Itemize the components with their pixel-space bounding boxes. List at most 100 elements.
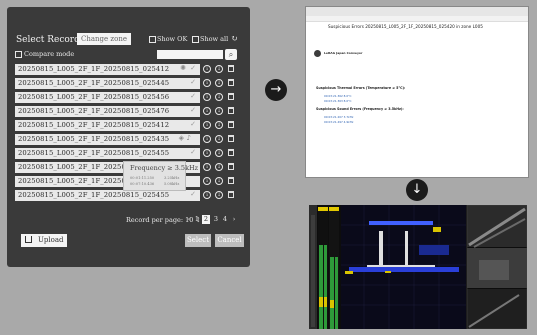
arrow-down-icon: ↓ — [406, 179, 428, 201]
cancel-button[interactable]: Cancel — [215, 234, 244, 247]
tooltip-line-time: 00:07:10.436 — [130, 182, 155, 186]
info-icon[interactable]: i — [203, 107, 211, 115]
trash-icon[interactable] — [228, 149, 234, 156]
record-name: 20250815_L005_2F_1F_20250815_025412 — [18, 65, 170, 73]
page-3-button[interactable]: 3 — [212, 215, 220, 224]
compare-mode-checkbox[interactable] — [15, 51, 22, 58]
trash-icon[interactable] — [228, 79, 234, 86]
upload-button[interactable]: Upload — [21, 234, 67, 247]
info-icon[interactable]: i — [203, 191, 211, 199]
record-row[interactable]: 20250815_L005_2F_1F_20250815_025412 ✺ ✓ — [15, 64, 200, 75]
trash-icon[interactable] — [228, 121, 234, 128]
download-icon[interactable]: ↓ — [215, 79, 223, 87]
download-icon[interactable]: ↓ — [215, 163, 223, 171]
info-icon[interactable]: i — [203, 149, 211, 157]
refresh-icon[interactable]: ↻ — [231, 34, 238, 43]
sound-section-title: Suspicious Sound Errors (Frequency ≥ 3.5… — [316, 107, 404, 111]
info-icon[interactable]: i — [203, 65, 211, 73]
trash-icon[interactable] — [228, 135, 234, 142]
search-icon[interactable]: ⌕ — [225, 49, 237, 60]
record-name: 20250815_L005_2F_1F_20250815_025455 — [18, 149, 170, 157]
thermal-section-title: Suspicious Thermal Errors (Temperature ≥… — [316, 86, 406, 90]
download-icon[interactable]: ↓ — [215, 191, 223, 199]
record-row[interactable]: 20250815_L005_2F_1F_20250815_025445 ✓ — [15, 78, 200, 89]
info-icon[interactable]: i — [203, 93, 211, 101]
info-icon[interactable]: i — [203, 135, 211, 143]
info-icon[interactable]: i — [203, 79, 211, 87]
email-sender: LeRAG Japan Conveyor — [324, 51, 363, 55]
record-row[interactable]: 20250815_L005_2F_1F_20250815_025412 ✓ — [15, 120, 200, 131]
record-row[interactable]: 20250815_L005_2F_1F_20250815_025435 ◈ ♪ — [15, 134, 200, 145]
frequency-tooltip: Frequency ≥ 3.5kHz 00:01:11.250 3.25kHz … — [123, 161, 198, 191]
browser-tabbar — [306, 7, 528, 16]
tooltip-title: Frequency ≥ 3.5kHz — [130, 164, 199, 172]
sound-line: 00:03:21.207 3.7kHz — [324, 115, 354, 119]
record-name: 20250815_L005_2F_1F_20250815_025445 — [18, 79, 170, 87]
thermal-line: 00:03:21.362 8.0°C — [324, 94, 352, 98]
check-icon: ✓ — [190, 106, 196, 114]
page-1-button[interactable]: 1 — [193, 215, 201, 224]
record-row[interactable]: 20250815_L005_2F_1F_20250815_025476 ✓ — [15, 106, 200, 117]
page-2-button[interactable]: 2 — [202, 215, 210, 224]
thermal-line: 00:03:21.363 8.0°C — [324, 99, 352, 103]
sound-icon: ♪ — [186, 134, 191, 142]
download-icon[interactable]: ↓ — [215, 149, 223, 157]
trash-icon[interactable] — [228, 163, 234, 170]
page-4-button[interactable]: 4 — [221, 215, 229, 224]
thermal-icon: ◈ — [178, 134, 184, 142]
dialog-title: Select Record — [16, 35, 80, 45]
change-zone-button[interactable]: Change zone — [77, 33, 131, 45]
trash-icon[interactable] — [228, 65, 234, 72]
per-page-text: Record per page: — [126, 216, 184, 224]
download-icon[interactable]: ↓ — [215, 107, 223, 115]
check-icon: ✓ — [190, 120, 196, 128]
show-ok-checkbox[interactable] — [149, 36, 156, 43]
show-ok-label: Show OK — [157, 35, 188, 43]
sound-line: 00:03:21.497 4.9kHz — [324, 120, 354, 124]
search-input[interactable] — [157, 50, 223, 59]
info-icon[interactable]: i — [203, 163, 211, 171]
record-row[interactable]: 20250815_L005_2F_1F_20250815_025455 ✓ — [15, 148, 200, 159]
camera-view-screenshot — [309, 205, 527, 329]
trash-icon[interactable] — [228, 191, 234, 198]
record-name: 20250815_L005_2F_1F_20250815_025456 — [18, 93, 170, 101]
tooltip-line-value: 3.25kHz — [164, 176, 180, 180]
select-record-dialog: Select Record Change zone Show OK Show a… — [7, 7, 250, 267]
check-icon: ✓ — [190, 64, 196, 72]
browser-toolbar — [306, 16, 528, 22]
email-subject: Suspicious Errors 20250815_L005_2F_1F_20… — [328, 24, 483, 29]
show-all-checkbox[interactable] — [192, 36, 199, 43]
record-name: 20250815_L005_2F_1F_20250815_025435 — [18, 135, 170, 143]
arrow-right-icon: → — [265, 79, 287, 101]
download-icon[interactable]: ↓ — [215, 121, 223, 129]
upload-icon — [25, 236, 32, 243]
email-screenshot: Suspicious Errors 20250815_L005_2F_1F_20… — [305, 6, 529, 178]
select-button[interactable]: Select — [185, 234, 211, 247]
record-row[interactable]: 20250815_L005_2F_1F_20250815_025456 ✓ — [15, 92, 200, 103]
page-next-button[interactable]: › — [230, 215, 238, 224]
trash-icon[interactable] — [228, 107, 234, 114]
trash-icon[interactable] — [228, 177, 234, 184]
page-prev-button[interactable]: ‹ — [185, 215, 193, 224]
download-icon[interactable]: ↓ — [215, 177, 223, 185]
tooltip-line-time: 00:01:11.250 — [130, 176, 155, 180]
compare-mode-label: Compare mode — [24, 50, 75, 58]
sender-avatar — [314, 50, 321, 57]
trash-icon[interactable] — [228, 93, 234, 100]
record-row[interactable]: 20250815_L005_2F_1F_20250815_025455 ✓ — [15, 190, 200, 201]
check-icon: ✓ — [190, 148, 196, 156]
record-name: 20250815_L005_2F_1F_20250815_025476 — [18, 107, 170, 115]
check-icon: ✓ — [190, 92, 196, 100]
show-all-label: Show all — [200, 35, 229, 43]
check-icon: ✓ — [190, 190, 196, 198]
camera-composite-image — [309, 205, 527, 329]
download-icon[interactable]: ↓ — [215, 135, 223, 143]
info-icon[interactable]: i — [203, 177, 211, 185]
info-icon[interactable]: i — [203, 121, 211, 129]
tooltip-line-value: 5.08kHz — [164, 182, 180, 186]
status-dot-icon: ✺ — [180, 64, 186, 72]
download-icon[interactable]: ↓ — [215, 93, 223, 101]
download-icon[interactable]: ↓ — [215, 65, 223, 73]
record-name: 20250815_L005_2F_1F_20250815_025455 — [18, 191, 170, 199]
upload-label: Upload — [38, 236, 64, 244]
